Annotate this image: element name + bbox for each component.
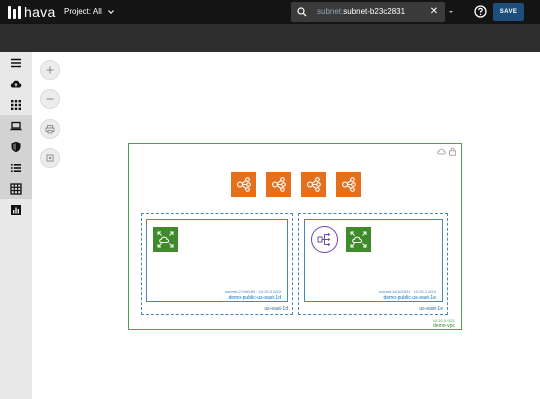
load-balancer-icon bbox=[317, 232, 331, 247]
zoom-out-button[interactable] bbox=[40, 89, 60, 109]
logo-text: hava bbox=[24, 4, 56, 20]
search-value: subnet-b23c2831 bbox=[343, 7, 406, 16]
network-nodes-icon bbox=[342, 177, 356, 192]
hava-logo[interactable]: hava bbox=[8, 5, 56, 19]
sidebar-item-reports[interactable] bbox=[0, 199, 32, 220]
zoom-in-icon bbox=[46, 66, 54, 74]
fit-to-screen-button[interactable] bbox=[40, 148, 60, 168]
instance-icon bbox=[157, 231, 174, 248]
project-selector-label: Project: All bbox=[64, 7, 102, 16]
availability-zone-us-east-1d[interactable]: subnet-27e6f289 · 10.20.0.0/24 demo-publ… bbox=[141, 213, 293, 315]
subnet-us-east-1e[interactable]: subnet-b23c2831 · 10.20.1.0/24 demo-publ… bbox=[304, 219, 443, 302]
sidebar-item-import[interactable] bbox=[0, 73, 32, 94]
vpc-name-label: demo-vpc bbox=[433, 323, 455, 329]
subnet-name-label: demo-public-us-east-1e bbox=[383, 295, 436, 301]
network-resource-4[interactable] bbox=[336, 172, 361, 197]
sidebar-item-table[interactable] bbox=[0, 178, 32, 199]
hamburger-menu-icon bbox=[11, 58, 21, 67]
availability-zone-label: us-east-1e bbox=[419, 306, 443, 312]
subnet-us-east-1d[interactable]: subnet-27e6f289 · 10.20.0.0/24 demo-publ… bbox=[146, 219, 288, 302]
network-resource-2[interactable] bbox=[266, 172, 291, 197]
subnet-id-label: subnet-b23c2831 · 10.20.1.0/24 bbox=[379, 289, 436, 294]
cloud-upload-icon bbox=[10, 80, 22, 87]
laptop-icon bbox=[10, 121, 22, 130]
list-icon bbox=[11, 163, 21, 172]
sidebar-item-apps[interactable] bbox=[0, 94, 32, 115]
availability-zone-us-east-1e[interactable]: subnet-b23c2831 · 10.20.1.0/24 demo-publ… bbox=[298, 213, 448, 315]
vpc-icons bbox=[437, 147, 457, 156]
network-nodes-icon bbox=[272, 177, 286, 192]
sidebar-item-infrastructure[interactable] bbox=[0, 115, 32, 136]
chevron-down-icon bbox=[107, 10, 114, 15]
search-prefix: subnet: bbox=[317, 7, 344, 16]
sidebar-item-menu[interactable] bbox=[0, 52, 32, 73]
search-icon bbox=[297, 7, 307, 17]
secondary-toolbar bbox=[0, 24, 540, 52]
search-input[interactable]: subnet:subnet-b23c2831 bbox=[317, 6, 405, 18]
clear-search-icon[interactable]: ✕ bbox=[429, 6, 439, 18]
vpc-container[interactable]: subnet-27e6f289 · 10.20.0.0/24 demo-publ… bbox=[128, 143, 462, 330]
sidebar bbox=[0, 52, 32, 399]
hava-logo-icon bbox=[8, 5, 22, 19]
apps-grid-icon bbox=[11, 99, 21, 110]
zoom-in-button[interactable] bbox=[40, 60, 60, 80]
subnet-name-label: demo-public-us-east-1d bbox=[228, 295, 281, 301]
print-icon bbox=[45, 125, 55, 134]
project-selector[interactable]: Project: All bbox=[64, 6, 114, 18]
network-resource-1[interactable] bbox=[231, 172, 256, 197]
availability-zone-label: us-east-1d bbox=[264, 306, 288, 312]
sidebar-item-security[interactable] bbox=[0, 136, 32, 157]
search-box[interactable]: subnet:subnet-b23c2831 ✕ bbox=[291, 2, 445, 22]
instance-resource-2[interactable] bbox=[346, 227, 371, 252]
print-button[interactable] bbox=[40, 119, 60, 139]
cloud-icon bbox=[437, 148, 446, 155]
network-nodes-icon bbox=[237, 177, 251, 192]
search-options-caret-icon[interactable] bbox=[448, 9, 454, 15]
help-icon[interactable] bbox=[474, 5, 487, 18]
top-bar: hava Project: All subnet:subnet-b23c2831… bbox=[0, 0, 540, 24]
instance-resource-1[interactable] bbox=[153, 227, 178, 252]
table-icon bbox=[10, 182, 22, 195]
network-nodes-icon bbox=[307, 177, 321, 192]
lock-icon bbox=[449, 147, 456, 156]
sidebar-item-list[interactable] bbox=[0, 157, 32, 178]
fit-to-screen-icon bbox=[46, 154, 54, 162]
zoom-out-icon bbox=[46, 98, 54, 100]
bar-chart-icon bbox=[11, 204, 21, 215]
load-balancer-resource[interactable] bbox=[311, 226, 338, 253]
save-button[interactable]: SAVE bbox=[493, 3, 524, 21]
shield-icon bbox=[11, 141, 21, 152]
subnet-id-label: subnet-27e6f289 · 10.20.0.0/24 bbox=[225, 289, 281, 294]
network-resource-3[interactable] bbox=[301, 172, 326, 197]
instance-icon bbox=[350, 231, 367, 248]
